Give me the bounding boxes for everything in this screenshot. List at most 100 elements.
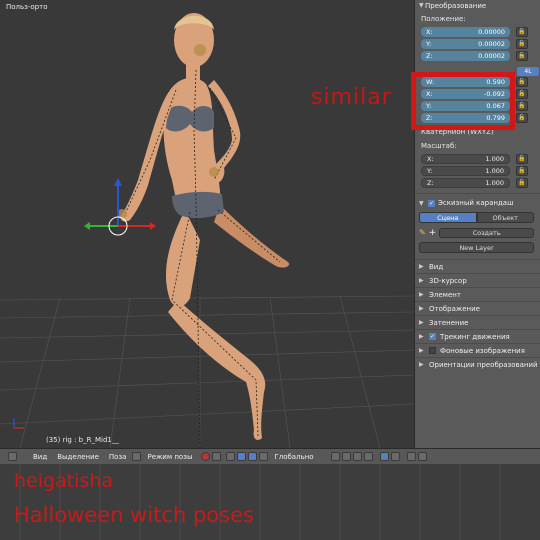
lock-icon[interactable]: 🔓 [516,38,528,49]
collapsed-triangle-icon: ▶ [419,347,424,354]
grease-pencil-header[interactable]: ▼ ✓ Эскизный карандаш [415,197,540,209]
collapsed-triangle-icon: ▶ [419,291,424,298]
section-shading[interactable]: ▶ Затенение [415,315,540,329]
tab-scene[interactable]: Сцена [419,212,477,223]
location-z-row: Z: 0.00002 🔓 [415,50,540,61]
field-value: 0.00000 [478,27,505,36]
field-value: 0.00002 [478,39,505,48]
collapsed-triangle-icon: ▶ [419,263,424,270]
axis-label: Y: [426,39,432,48]
scale-x-field[interactable]: X: 1.000 [421,153,510,164]
lock-camera-icon[interactable] [379,452,389,461]
properties-panel: ▼ Преобразование Положение: X: 0.00000 🔓 … [414,0,540,448]
viewport-header-toolbar: Вид Выделение Поза Режим позы Глобально [0,448,540,464]
layer-button-icon[interactable] [330,452,340,461]
location-y-field[interactable]: Y: 0.00002 [421,38,510,49]
section-3d-cursor[interactable]: ▶ 3D-курсор [415,273,540,287]
field-value: 1.000 [485,166,504,175]
mode-select[interactable]: Режим позы [142,453,197,461]
section-label: Отображение [429,304,480,313]
axis-label: Y: [427,166,433,175]
scale-label: Масштаб: [421,142,457,150]
pivot-icon[interactable] [212,452,222,461]
location-x-row: X: 0.00000 🔓 [415,26,540,37]
section-label: Трекинг движения [440,332,510,341]
grease-pencil-title: Эскизный карандаш [438,199,514,207]
manipulator-icon[interactable] [226,452,236,461]
section-label: Элемент [429,290,461,299]
section-label: Вид [429,262,444,271]
tab-object[interactable]: Объект [476,212,534,223]
transform-title: Преобразование [425,1,487,10]
section-motion-tracking[interactable]: ▶ ✓ Трекинг движения [415,329,540,343]
transform-panel-header[interactable]: ▼ Преобразование [415,0,540,11]
scale-y-field[interactable]: Y: 1.000 [421,165,510,176]
checkbox-unchecked-icon[interactable] [429,347,436,354]
section-transform-orientations[interactable]: ▶ Ориентации преобразований [415,357,540,371]
section-label: 3D-курсор [429,276,467,285]
shading-icon[interactable] [201,452,211,461]
rotate-icon[interactable] [248,452,258,461]
axis-label: Z: [427,178,434,187]
scale-icon[interactable] [259,452,269,461]
lock-icon[interactable]: 🔓 [516,165,528,176]
checkbox-checked-icon[interactable]: ✓ [428,199,435,207]
lock-icon[interactable]: 🔓 [516,88,528,99]
grease-pencil-source-tabs: Сцена Объект [419,212,534,223]
credit-title: Halloween witch poses [14,503,254,527]
view-name: Польз-орто [6,3,48,11]
create-button[interactable]: Создать [439,227,534,238]
scale-z-field[interactable]: Z: 1.000 [421,177,510,188]
editor-type-icon[interactable] [8,452,17,461]
translate-icon[interactable] [237,452,247,461]
rotation-4l-toggle[interactable]: 4L [517,67,539,76]
pose-mode-icon [132,452,142,461]
collapsed-triangle-icon: ▶ [419,277,424,284]
create-row: ✎ + Создать [419,227,534,238]
axis-label: X: [427,154,434,163]
menu-pose[interactable]: Поза [104,453,132,461]
location-label: Положение: [421,15,466,23]
collapsed-triangle-icon: ▶ [419,319,424,326]
section-view[interactable]: ▶ Вид [415,259,540,273]
lock-icon[interactable]: 🔓 [516,26,528,37]
layer-button-icon[interactable] [352,452,362,461]
snap-icon[interactable] [390,452,400,461]
expand-triangle-icon: ▼ [419,199,424,207]
section-label: Ориентации преобразований [429,360,538,369]
lock-icon[interactable]: 🔓 [516,177,528,188]
new-layer-button[interactable]: New Layer [419,242,534,253]
layer-button-icon[interactable] [363,452,373,461]
lock-icon[interactable]: 🔓 [516,100,528,111]
active-bone-status: (35) rig : b_R_Mid1__ [46,436,119,444]
3d-viewport[interactable]: Польз-орто (35) rig : b_R_Mid1__ similar [0,0,414,448]
lock-icon[interactable]: 🔓 [516,153,528,164]
floor-grid [0,295,414,448]
render-anim-icon[interactable] [417,452,427,461]
lock-icon[interactable]: 🔓 [516,50,528,61]
render-icon[interactable] [406,452,416,461]
plus-icon[interactable]: + [429,228,437,238]
axis-label: Z: [426,51,433,60]
field-value: 1.000 [485,178,504,187]
section-display[interactable]: ▶ Отображение [415,301,540,315]
location-y-row: Y: 0.00002 🔓 [415,38,540,49]
pencil-icon[interactable]: ✎ [419,228,426,237]
section-label: Затенение [429,318,469,327]
location-z-field[interactable]: Z: 0.00002 [421,50,510,61]
collapsed-triangle-icon: ▶ [419,361,424,368]
field-value: 1.000 [485,154,504,163]
menu-select[interactable]: Выделение [52,453,104,461]
section-item[interactable]: ▶ Элемент [415,287,540,301]
section-background-images[interactable]: ▶ Фоновые изображения [415,343,540,357]
menu-view[interactable]: Вид [28,453,52,461]
divider [415,193,540,194]
lock-icon[interactable]: 🔓 [516,112,528,123]
location-x-field[interactable]: X: 0.00000 [421,26,510,37]
layer-button-icon[interactable] [341,452,351,461]
highlight-box [411,72,515,130]
lock-icon[interactable]: 🔓 [516,76,528,87]
collapsed-triangle-icon: ▶ [419,305,424,312]
checkbox-checked-icon[interactable]: ✓ [429,333,436,340]
transform-orientation-select[interactable]: Глобально [269,453,318,461]
